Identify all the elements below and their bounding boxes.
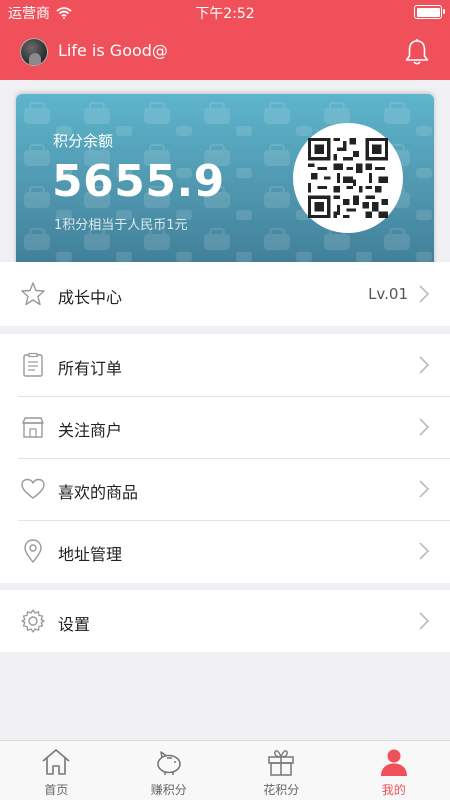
menu-row-address-management[interactable]: 地址管理 [0, 520, 450, 582]
gear-icon [21, 609, 45, 633]
qr-code-icon [308, 138, 388, 218]
tab-label: 我的 [381, 783, 406, 797]
tab-earn-points[interactable]: 赚积分 [113, 741, 226, 800]
chevron-right-icon [419, 480, 430, 498]
tab-spend-points[interactable]: 花积分 [225, 741, 338, 800]
points-balance-label: 积分余额 [53, 132, 114, 150]
header-bar: Life is Good@ [0, 24, 450, 80]
menu-section: 所有订单 关注商户 喜欢的商品 地址管理 [0, 334, 450, 583]
points-card-area: 积分余额 5655.9 1积分相当于人民币1元 [0, 80, 450, 274]
menu-label: 关注商户 [58, 421, 123, 440]
piggy-bank-icon [156, 751, 181, 775]
user-icon [380, 749, 407, 776]
settings-label: 设置 [58, 615, 91, 634]
menu-row-liked-products[interactable]: 喜欢的商品 [0, 458, 450, 520]
chevron-right-icon [419, 285, 430, 303]
bell-icon[interactable] [404, 38, 430, 66]
tab-label: 首页 [44, 783, 69, 797]
menu-label: 所有订单 [58, 359, 123, 378]
chevron-right-icon [419, 418, 430, 436]
growth-level: Lv.01 [368, 285, 408, 303]
tab-label: 花积分 [263, 783, 300, 797]
status-time: 下午2:52 [195, 6, 255, 22]
gift-icon [268, 750, 294, 776]
chevron-right-icon [419, 542, 430, 560]
points-card[interactable]: 积分余额 5655.9 1积分相当于人民币1元 [16, 94, 434, 274]
settings-row[interactable]: 设置 [0, 590, 450, 652]
menu-label: 地址管理 [58, 545, 123, 564]
username[interactable]: Life is Good@ [58, 41, 168, 60]
growth-section: 成长中心 Lv.01 [0, 262, 450, 326]
battery-icon [414, 5, 445, 19]
growth-center-row[interactable]: 成长中心 Lv.01 [0, 263, 450, 325]
points-exchange-note: 1积分相当于人民币1元 [54, 218, 188, 233]
qr-code[interactable] [293, 123, 403, 233]
menu-label: 喜欢的商品 [58, 483, 139, 502]
tab-mine[interactable]: 我的 [338, 741, 450, 800]
tab-bar: 首页 赚积分 花积分 我的 [0, 740, 450, 800]
heart-icon [21, 478, 45, 499]
chevron-right-icon [419, 612, 430, 630]
growth-center-label: 成长中心 [58, 288, 123, 307]
store-icon [22, 417, 44, 438]
menu-row-followed-merchants[interactable]: 关注商户 [0, 396, 450, 458]
star-icon [21, 282, 45, 306]
home-icon [42, 749, 70, 775]
tab-label: 赚积分 [150, 783, 187, 797]
tab-home[interactable]: 首页 [0, 741, 113, 800]
status-bar: 运营商 下午2:52 [0, 0, 450, 24]
settings-section: 设置 [0, 590, 450, 652]
menu-row-orders[interactable]: 所有订单 [0, 334, 450, 396]
avatar[interactable] [20, 38, 48, 66]
chevron-right-icon [419, 356, 430, 374]
points-balance-amount: 5655.9 [52, 156, 225, 207]
battery-fill [416, 7, 440, 17]
clipboard-icon [23, 352, 43, 377]
location-pin-icon [24, 539, 42, 563]
